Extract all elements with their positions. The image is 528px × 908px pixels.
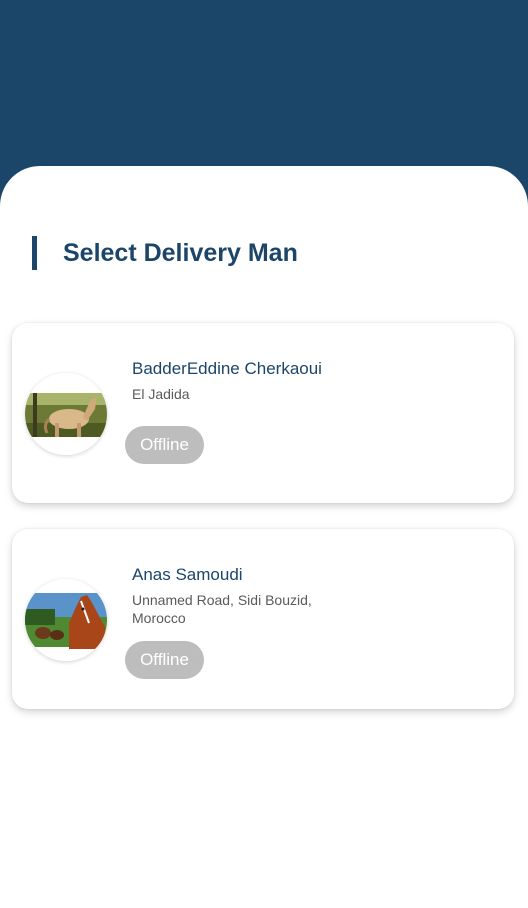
- delivery-man-card[interactable]: BadderEddine Cherkaoui El Jadida Offline: [12, 323, 514, 503]
- status-badge: Offline: [125, 426, 204, 464]
- horse-photo-icon: [25, 579, 107, 661]
- title-accent-bar: [32, 236, 37, 270]
- horse-photo-icon: [25, 373, 107, 455]
- content-sheet: Select Delivery Man BadderEddine Cherkao…: [0, 166, 528, 908]
- status-badge: Offline: [125, 641, 204, 679]
- delivery-man-card[interactable]: Anas Samoudi Unnamed Road, Sidi Bouzid, …: [12, 529, 514, 709]
- delivery-man-name: Anas Samoudi: [132, 565, 243, 584]
- page-title: Select Delivery Man: [63, 239, 298, 267]
- delivery-man-name: BadderEddine Cherkaoui: [132, 359, 322, 378]
- delivery-man-address: Unnamed Road, Sidi Bouzid, Morocco: [132, 592, 312, 626]
- avatar: [25, 579, 107, 661]
- delivery-man-address: El Jadida: [132, 386, 190, 402]
- avatar: [25, 373, 107, 455]
